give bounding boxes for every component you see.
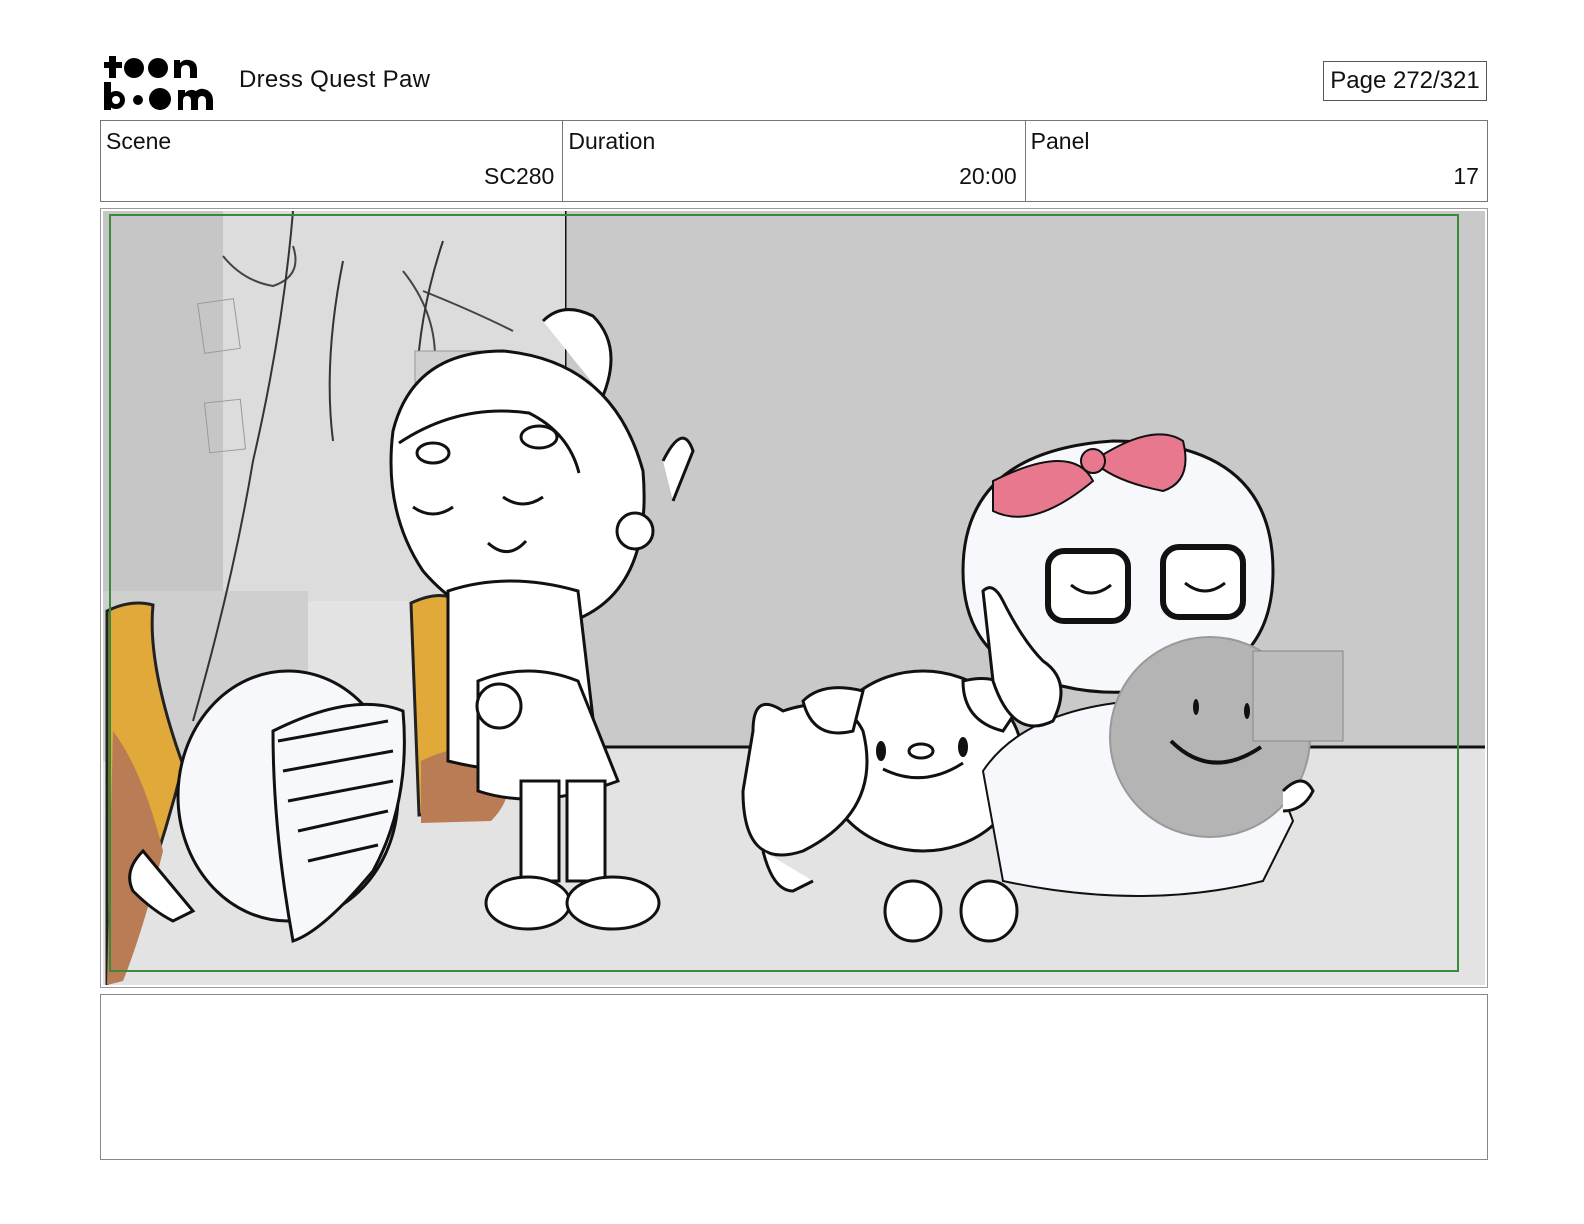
panel-value: 17 — [1453, 163, 1479, 189]
scene-cell: Scene SC280 — [101, 121, 564, 201]
duration-label: Duration — [568, 128, 656, 154]
scene-value: SC280 — [484, 163, 555, 189]
toon-boom-logo — [104, 52, 216, 112]
storyboard-panel — [100, 208, 1488, 988]
panel-notes-box[interactable] — [100, 994, 1488, 1160]
project-title: Dress Quest Paw — [239, 66, 431, 93]
panel-label: Panel — [1030, 128, 1090, 154]
duration-cell: Duration 20:00 — [563, 121, 1026, 201]
page-indicator: Page 272/321 — [1323, 61, 1487, 101]
panel-artwork — [103, 211, 1485, 985]
panel-cell: Panel 17 — [1026, 121, 1487, 201]
duration-value: 20:00 — [959, 163, 1017, 189]
panel-info-table: Scene SC280 Duration 20:00 Panel 17 — [100, 120, 1488, 202]
scene-label: Scene — [106, 128, 172, 154]
